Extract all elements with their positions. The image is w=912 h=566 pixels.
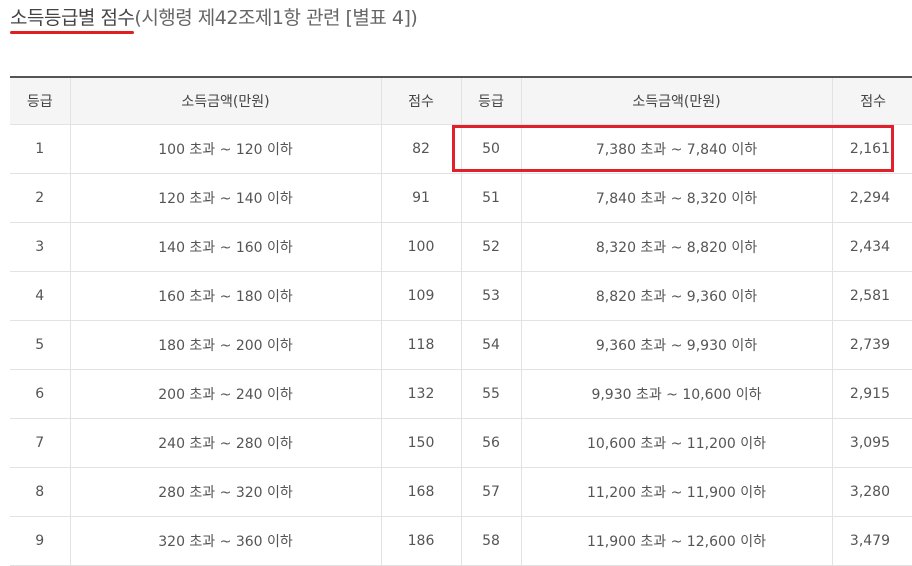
table-body: 1 100 초과 ~ 120 이하 82 50 7,380 초과 ~ 7,840 이하 2…: [10, 124, 912, 566]
table-row: 9 320 초과 ~ 360 이하 186 58 11,900 초과 ~ 12,600 …: [10, 516, 912, 566]
cell-income-range: 280 초과 ~ 320 이하: [70, 467, 382, 517]
header-score: 점수: [381, 76, 462, 125]
cell-grade: 7: [10, 418, 71, 468]
header-income: 소득금액(만원): [70, 76, 382, 125]
score-table-wrapper: 등급 소득금액(만원) 점수 등급 소득금액(만원) 점수 1 100 초과 ~ …: [10, 76, 912, 566]
cell-income-range: 200 초과 ~ 240 이하: [70, 369, 382, 419]
header-income: 소득금액(만원): [521, 76, 833, 125]
header-score: 점수: [832, 76, 912, 125]
header-grade: 등급: [461, 76, 522, 125]
table-row: 1 100 초과 ~ 120 이하 82 50 7,380 초과 ~ 7,840 이하 2…: [10, 124, 912, 174]
cell-income-range: 320 초과 ~ 360 이하: [70, 516, 382, 566]
title-main: 소득등급별 점수: [10, 7, 135, 34]
cell-score: 186: [381, 516, 462, 566]
cell-grade: 56: [461, 418, 522, 468]
cell-score: 91: [381, 173, 462, 223]
cell-income-range: 7,840 초과 ~ 8,320 이하: [521, 173, 833, 223]
cell-income-range: 11,900 초과 ~ 12,600 이하: [521, 516, 833, 566]
table-row: 7 240 초과 ~ 280 이하 150 56 10,600 초과 ~ 11,200 …: [10, 418, 912, 468]
cell-income-range: 100 초과 ~ 120 이하: [70, 124, 382, 174]
cell-score: 100: [381, 222, 462, 272]
cell-score: 2,915: [832, 369, 912, 419]
cell-grade: 53: [461, 271, 522, 321]
cell-grade: 55: [461, 369, 522, 419]
cell-score: 2,161: [832, 124, 912, 174]
cell-income-range: 9,930 초과 ~ 10,600 이하: [521, 369, 833, 419]
cell-grade: 58: [461, 516, 522, 566]
cell-income-range: 10,600 초과 ~ 11,200 이하: [521, 418, 833, 468]
cell-score: 168: [381, 467, 462, 517]
page-title: 소득등급별 점수 (시행령 제42조제1항 관련 [별표 4]): [10, 4, 418, 34]
cell-grade: 6: [10, 369, 71, 419]
cell-grade: 51: [461, 173, 522, 223]
cell-income-range: 9,360 초과 ~ 9,930 이하: [521, 320, 833, 370]
cell-income-range: 8,820 초과 ~ 9,360 이하: [521, 271, 833, 321]
cell-score: 2,581: [832, 271, 912, 321]
cell-income-range: 180 초과 ~ 200 이하: [70, 320, 382, 370]
cell-score: 2,294: [832, 173, 912, 223]
cell-income-range: 240 초과 ~ 280 이하: [70, 418, 382, 468]
cell-score: 3,479: [832, 516, 912, 566]
cell-income-range: 160 초과 ~ 180 이하: [70, 271, 382, 321]
cell-income-range: 140 초과 ~ 160 이하: [70, 222, 382, 272]
cell-grade: 2: [10, 173, 71, 223]
cell-income-range: 120 초과 ~ 140 이하: [70, 173, 382, 223]
cell-grade: 54: [461, 320, 522, 370]
header-grade: 등급: [10, 76, 71, 125]
cell-grade: 57: [461, 467, 522, 517]
table-row: 6 200 초과 ~ 240 이하 132 55 9,930 초과 ~ 10,600 이…: [10, 369, 912, 419]
cell-grade: 50: [461, 124, 522, 174]
table-row: 5 180 초과 ~ 200 이하 118 54 9,360 초과 ~ 9,930 이하…: [10, 320, 912, 370]
cell-grade: 5: [10, 320, 71, 370]
table-row: 8 280 초과 ~ 320 이하 168 57 11,200 초과 ~ 11,900 …: [10, 467, 912, 517]
table-row: 3 140 초과 ~ 160 이하 100 52 8,320 초과 ~ 8,820 이하…: [10, 222, 912, 272]
cell-score: 3,095: [832, 418, 912, 468]
cell-score: 109: [381, 271, 462, 321]
cell-grade: 4: [10, 271, 71, 321]
table-row: 4 160 초과 ~ 180 이하 109 53 8,820 초과 ~ 9,360 이하…: [10, 271, 912, 321]
cell-grade: 3: [10, 222, 71, 272]
cell-income-range: 11,200 초과 ~ 11,900 이하: [521, 467, 833, 517]
income-score-table: 등급 소득금액(만원) 점수 등급 소득금액(만원) 점수 1 100 초과 ~ …: [10, 76, 912, 566]
cell-score: 3,280: [832, 467, 912, 517]
cell-income-range: 8,320 초과 ~ 8,820 이하: [521, 222, 833, 272]
cell-income-range: 7,380 초과 ~ 7,840 이하: [521, 124, 833, 174]
cell-score: 118: [381, 320, 462, 370]
cell-score: 132: [381, 369, 462, 419]
cell-score: 150: [381, 418, 462, 468]
cell-grade: 8: [10, 467, 71, 517]
cell-grade: 1: [10, 124, 71, 174]
cell-score: 2,434: [832, 222, 912, 272]
title-underline: [10, 31, 135, 34]
title-subtitle: (시행령 제42조제1항 관련 [별표 4]): [134, 7, 418, 29]
cell-score: 82: [381, 124, 462, 174]
cell-grade: 52: [461, 222, 522, 272]
cell-score: 2,739: [832, 320, 912, 370]
table-row: 2 120 초과 ~ 140 이하 91 51 7,840 초과 ~ 8,320 이하 2…: [10, 173, 912, 223]
table-header-row: 등급 소득금액(만원) 점수 등급 소득금액(만원) 점수: [10, 76, 912, 125]
cell-grade: 9: [10, 516, 71, 566]
